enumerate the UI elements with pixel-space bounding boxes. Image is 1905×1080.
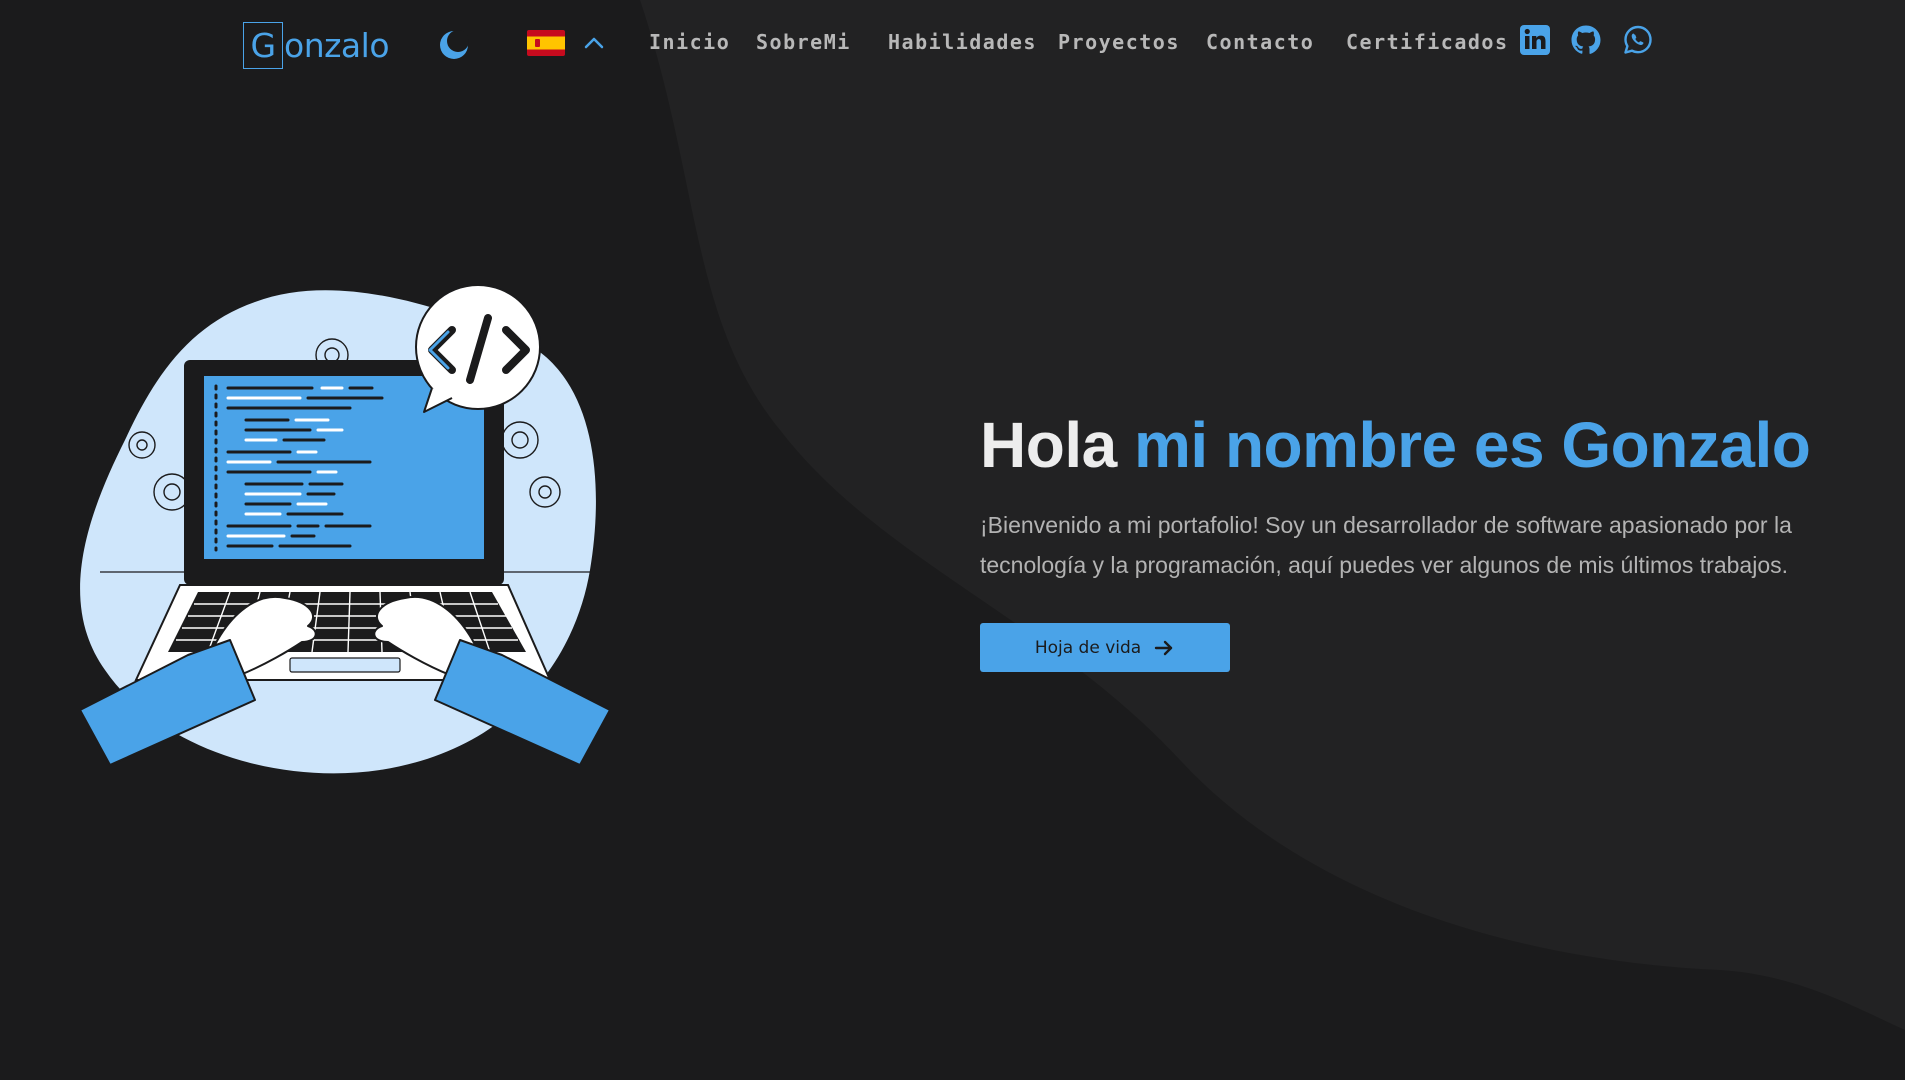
nav-link-contacto[interactable]: Contacto xyxy=(1206,30,1314,54)
arrow-right-icon xyxy=(1154,640,1173,655)
hero-title-name: mi nombre es Gonzalo xyxy=(1133,409,1811,481)
developer-laptop-illustration xyxy=(80,284,610,774)
hero-description: ¡Bienvenido a mi portafolio! Soy un desa… xyxy=(980,512,1792,578)
linkedin-icon[interactable] xyxy=(1519,24,1551,56)
whatsapp-icon[interactable] xyxy=(1622,24,1654,56)
logo[interactable]: G onzalo xyxy=(243,22,390,69)
cv-button-label: Hoja de vida xyxy=(1034,637,1142,658)
moon-icon[interactable] xyxy=(437,28,471,62)
hero-title-greeting: Hola xyxy=(980,409,1117,481)
hero-title: Hola mi nombre es Gonzalo xyxy=(980,405,1860,485)
chevron-up-icon xyxy=(584,37,604,49)
navbar: G onzalo Inicio SobreMi Habilidades Proy… xyxy=(0,0,1905,90)
cv-button[interactable]: Hoja de vida xyxy=(980,623,1230,672)
logo-text: onzalo xyxy=(284,26,390,65)
nav-link-proyectos[interactable]: Proyectos xyxy=(1058,30,1180,54)
nav-link-inicio[interactable]: Inicio xyxy=(649,30,730,54)
nav-link-certificados[interactable]: Certificados xyxy=(1346,30,1509,54)
hero-section: Hola mi nombre es Gonzalo ¡Bienvenido a … xyxy=(980,405,1860,672)
language-selector[interactable] xyxy=(527,30,605,56)
logo-initial: G xyxy=(243,22,283,69)
spain-flag-icon xyxy=(527,30,565,56)
nav-link-sobremi[interactable]: SobreMi xyxy=(756,30,851,54)
nav-link-habilidades[interactable]: Habilidades xyxy=(888,30,1037,54)
github-icon[interactable] xyxy=(1570,24,1602,56)
